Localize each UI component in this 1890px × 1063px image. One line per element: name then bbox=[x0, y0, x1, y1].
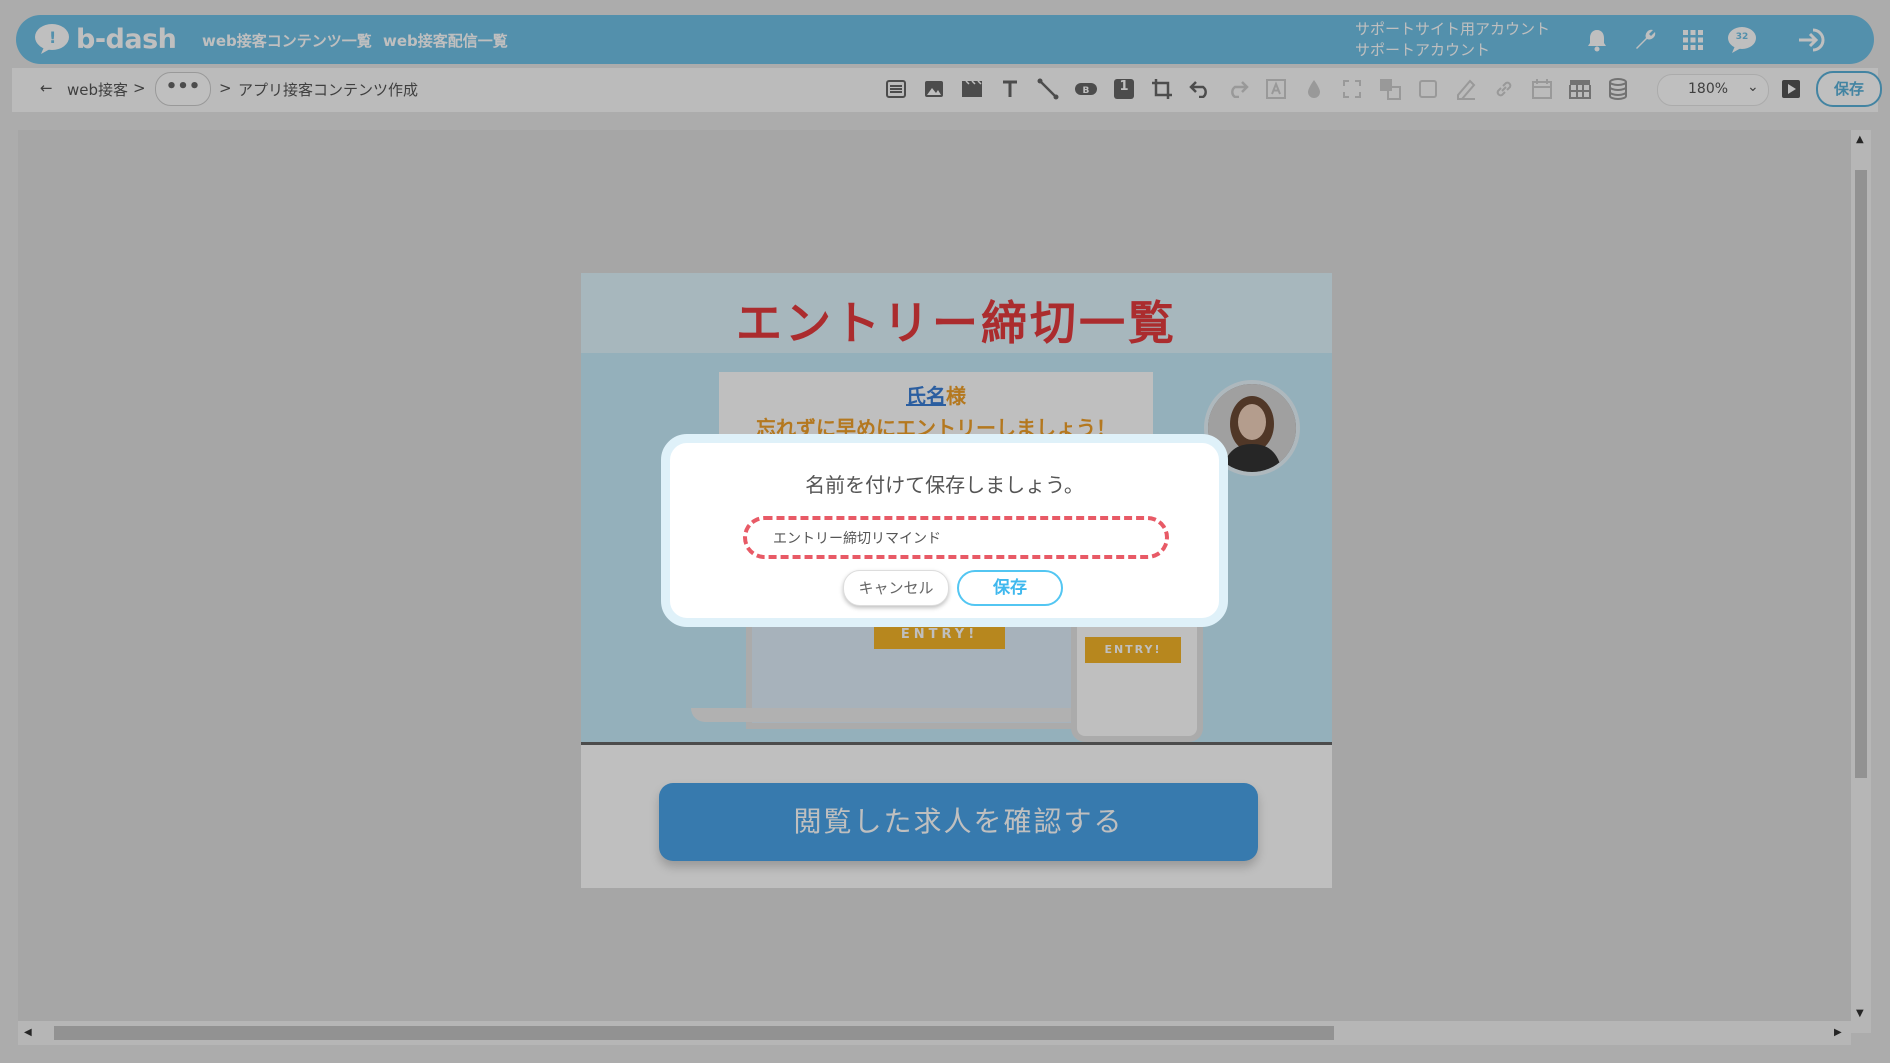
save-name-dialog: 名前を付けて保存しましょう。 キャンセル 保存 bbox=[661, 434, 1228, 627]
dialog-title: 名前を付けて保存しましょう。 bbox=[805, 473, 1084, 497]
dialog-save-button[interactable]: 保存 bbox=[957, 570, 1063, 606]
content-name-input[interactable] bbox=[743, 516, 1169, 559]
cancel-button[interactable]: キャンセル bbox=[843, 570, 949, 606]
